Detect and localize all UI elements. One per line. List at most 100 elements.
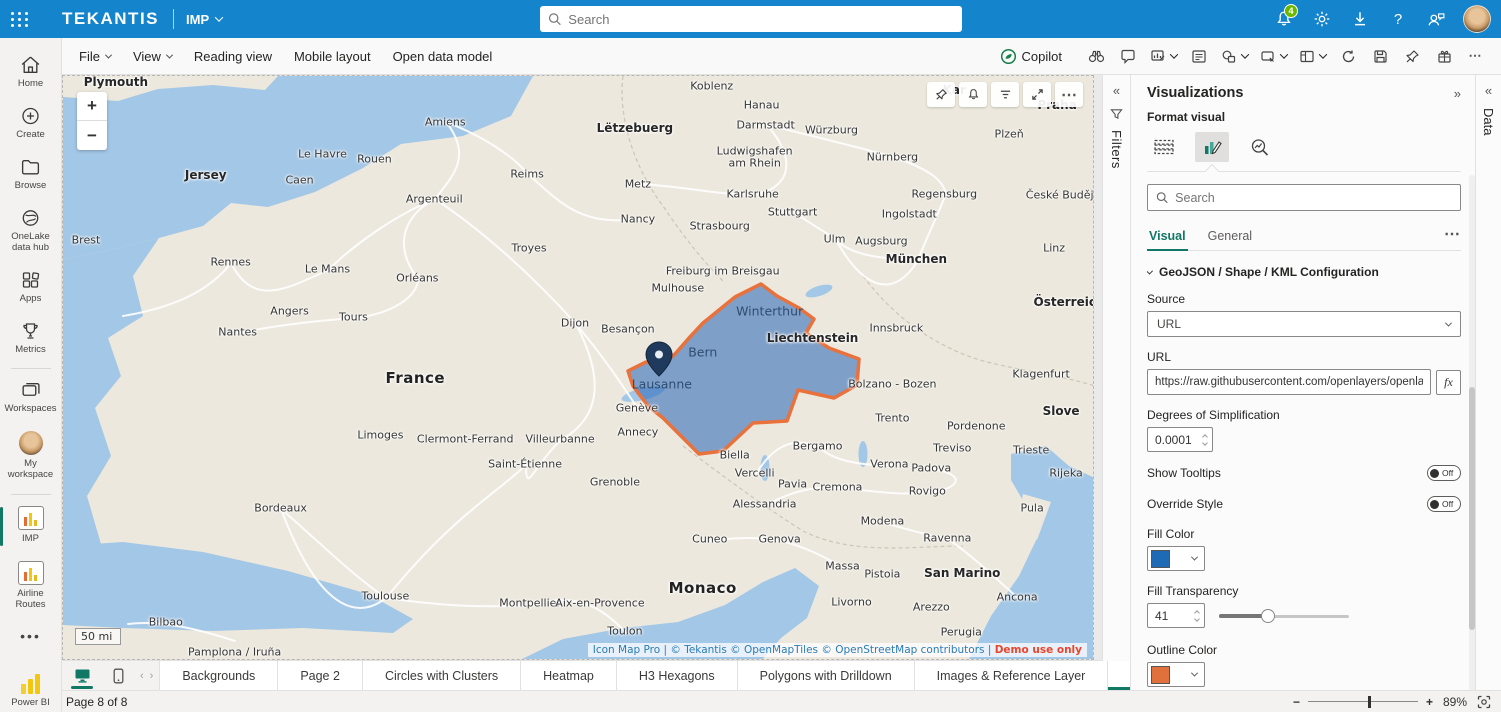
fill-transparency-slider[interactable] xyxy=(1219,609,1349,623)
sidebar-item-metrics[interactable]: Metrics xyxy=(0,314,62,365)
help-button[interactable]: ? xyxy=(1381,3,1415,35)
shapes-dropdown[interactable] xyxy=(1216,42,1253,70)
zoom-slider[interactable] xyxy=(1308,696,1418,708)
panel-scrollbar[interactable] xyxy=(1469,175,1475,704)
page-tab-h3-hexagons[interactable]: H3 Hexagons xyxy=(617,661,738,690)
settings-button[interactable] xyxy=(1305,3,1339,35)
more-options-button[interactable]: ⋯ xyxy=(1461,42,1491,70)
icon-map-visual[interactable]: PlymouthKoblenzHanauKarPrahaLëtzebuergAm… xyxy=(62,75,1094,660)
override-style-label: Override Style xyxy=(1147,497,1223,511)
visual-pin-button[interactable] xyxy=(927,82,955,107)
visual-focus-button[interactable] xyxy=(1023,82,1051,107)
tab-visual[interactable]: Visual xyxy=(1147,223,1188,250)
sidebar-item-workspaces[interactable]: Workspaces xyxy=(0,373,62,424)
visual-more-options[interactable]: ⋯ xyxy=(1055,82,1083,107)
zoom-in-plus[interactable]: + xyxy=(1426,695,1433,709)
refresh-button[interactable] xyxy=(1333,42,1363,70)
simplification-stepper[interactable] xyxy=(1147,427,1213,452)
collapse-pane-icon[interactable]: » xyxy=(1454,86,1461,101)
search-input[interactable] xyxy=(568,12,954,27)
analytics-tab-button[interactable] xyxy=(1243,132,1277,162)
page-tab-backgrounds[interactable]: Backgrounds xyxy=(160,661,278,690)
plus-circle-icon xyxy=(20,106,41,126)
fx-button[interactable]: fx xyxy=(1436,370,1461,395)
page-view-dropdown[interactable] xyxy=(1294,42,1331,70)
fill-transparency-input[interactable] xyxy=(1148,609,1190,623)
app-launcher-icon[interactable] xyxy=(0,0,40,38)
optimize-button[interactable] xyxy=(1429,42,1459,70)
zoom-in-button[interactable]: + xyxy=(77,92,107,121)
format-search-input[interactable] xyxy=(1175,191,1452,205)
override-style-toggle[interactable]: Off xyxy=(1427,496,1461,512)
section-geojson-config[interactable]: GeoJSON / Shape / KML Configuration xyxy=(1147,265,1461,279)
pin-button[interactable] xyxy=(1397,42,1427,70)
page-tab-page-2[interactable]: Page 2 xyxy=(278,661,363,690)
sidebar-item-airline-routes[interactable]: Airline Routes xyxy=(0,554,62,620)
scroll-left-icon[interactable]: ‹ xyxy=(140,670,144,682)
filters-pane-collapsed[interactable]: « Filters xyxy=(1102,75,1130,712)
workspace-switcher[interactable]: IMP xyxy=(186,12,222,27)
nav-more-button[interactable]: ••• xyxy=(20,620,41,652)
fit-to-page-icon[interactable] xyxy=(1477,695,1491,709)
menu-view[interactable]: View xyxy=(122,43,183,70)
sidebar-item-home[interactable]: Home xyxy=(0,48,62,99)
sidebar-item-apps[interactable]: Apps xyxy=(0,263,62,314)
view-switcher: ‹› xyxy=(62,661,160,690)
sidebar-item-imp[interactable]: IMP xyxy=(0,499,62,554)
format-tabs-more[interactable]: ⋯ xyxy=(1444,224,1461,250)
menu-open-data-model[interactable]: Open data model xyxy=(382,43,504,70)
buttons-dropdown[interactable] xyxy=(1255,42,1292,70)
new-visual-dropdown[interactable] xyxy=(1145,42,1182,70)
map-attribution[interactable]: Icon Map Pro | © Tekantis © OpenMapTiles… xyxy=(588,643,1087,657)
tab-general[interactable]: General xyxy=(1206,223,1254,250)
sidebar-item-onelake[interactable]: OneLake data hub xyxy=(0,201,62,263)
feedback-button[interactable] xyxy=(1419,3,1453,35)
simplification-input[interactable] xyxy=(1148,433,1198,447)
visual-alerts-button[interactable] xyxy=(959,82,987,107)
fill-color-dropdown[interactable] xyxy=(1147,546,1205,571)
menu-file[interactable]: File xyxy=(68,43,122,70)
text-box-button[interactable] xyxy=(1184,42,1214,70)
product-branding: Power BI xyxy=(11,674,50,712)
fill-transparency-stepper[interactable] xyxy=(1147,603,1205,628)
copilot-button[interactable]: Copilot xyxy=(995,42,1067,70)
menu-reading-view[interactable]: Reading view xyxy=(183,43,283,70)
expand-filters-icon[interactable]: « xyxy=(1113,83,1120,98)
data-pane-collapsed[interactable]: « Data xyxy=(1475,75,1501,712)
page-tab-polygons-with-drilldown[interactable]: Polygons with Drilldown xyxy=(738,661,915,690)
outline-color-dropdown[interactable] xyxy=(1147,662,1205,687)
mobile-view-button[interactable] xyxy=(104,661,132,690)
zoom-out-minus[interactable]: − xyxy=(1293,695,1300,709)
download-button[interactable] xyxy=(1343,3,1377,35)
page-tab-circles-with-clusters[interactable]: Circles with Clusters xyxy=(363,661,521,690)
menu-mobile-layout[interactable]: Mobile layout xyxy=(283,43,382,70)
format-search[interactable] xyxy=(1147,184,1461,211)
trophy-icon xyxy=(20,321,41,341)
page-tab-images-reference-layer[interactable]: Images & Reference Layer xyxy=(915,661,1109,690)
find-button[interactable] xyxy=(1081,42,1111,70)
chevron-down-icon xyxy=(166,51,173,58)
tooltips-toggle[interactable]: Off xyxy=(1427,465,1461,481)
save-button[interactable] xyxy=(1365,42,1395,70)
expand-data-icon[interactable]: « xyxy=(1485,83,1492,98)
url-input[interactable] xyxy=(1147,369,1431,395)
format-tab-button[interactable] xyxy=(1195,132,1229,162)
page-tab-heatmap[interactable]: Heatmap xyxy=(521,661,617,690)
global-search[interactable] xyxy=(540,6,962,32)
scroll-right-icon[interactable]: › xyxy=(150,670,154,682)
source-dropdown[interactable]: URL xyxy=(1147,311,1461,337)
stepper-arrows[interactable] xyxy=(1198,435,1212,445)
fields-tab-button[interactable] xyxy=(1147,132,1181,162)
desktop-view-button[interactable] xyxy=(68,661,96,690)
zoom-out-button[interactable]: − xyxy=(77,121,107,150)
stepper-arrows[interactable] xyxy=(1190,611,1204,621)
sidebar-item-create[interactable]: Create xyxy=(0,99,62,150)
notifications-button[interactable]: 4 xyxy=(1267,3,1301,35)
sidebar-item-browse[interactable]: Browse xyxy=(0,150,62,201)
zoom-slider-thumb[interactable] xyxy=(1368,696,1371,708)
tab-scroll-arrows[interactable]: ‹› xyxy=(140,670,153,682)
user-avatar[interactable] xyxy=(1463,5,1491,33)
visual-filters-button[interactable] xyxy=(991,82,1019,107)
comments-button[interactable] xyxy=(1113,42,1143,70)
sidebar-item-my-workspace[interactable]: My workspace xyxy=(0,424,62,490)
